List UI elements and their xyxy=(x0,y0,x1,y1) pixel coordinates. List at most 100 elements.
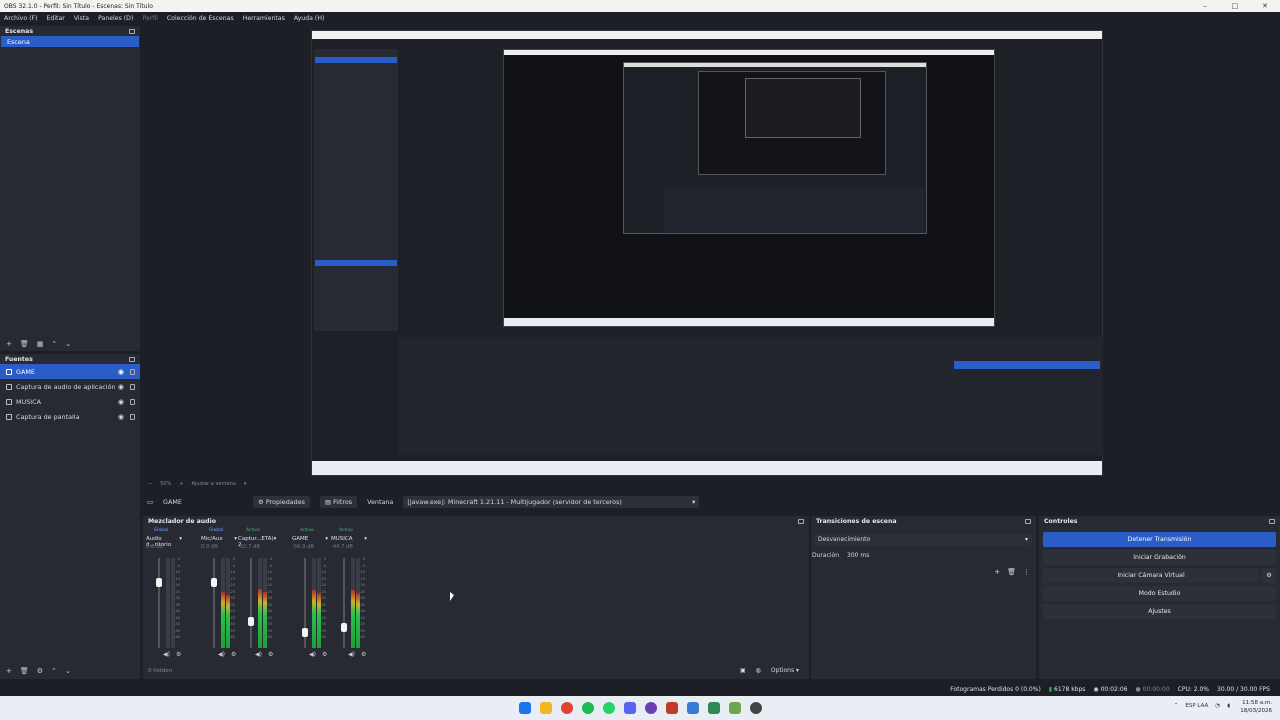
more-icon[interactable]: ⋮ xyxy=(1023,568,1030,576)
trash-icon[interactable]: 🗑 xyxy=(20,667,29,675)
window-select[interactable]: [javaw.exe]: Minecraft 1.21.11 - Multiju… xyxy=(403,496,700,508)
eye-icon[interactable]: ◉ xyxy=(118,398,124,406)
maximize-button[interactable]: □ xyxy=(1220,0,1250,12)
excel-icon[interactable] xyxy=(707,702,720,714)
start-recording-button[interactable]: Iniciar Grabación xyxy=(1043,550,1276,565)
minimize-button[interactable]: – xyxy=(1190,0,1220,12)
volume-slider[interactable] xyxy=(302,558,308,648)
add-icon[interactable]: + xyxy=(994,568,1000,576)
studio-mode-button[interactable]: Modo Estudio xyxy=(1043,586,1276,601)
mute-icon[interactable]: ◀) xyxy=(163,651,170,658)
lock-icon[interactable] xyxy=(130,368,135,375)
source-item-musica[interactable]: MUSICA ◉ xyxy=(0,394,140,409)
start-virtual-cam-button[interactable]: Iniciar Cámara Virtual xyxy=(1043,568,1259,583)
volume-icon[interactable]: ◖ xyxy=(1227,703,1230,709)
source-item-audio-capture[interactable]: Captura de audio de aplicación ◉ xyxy=(0,379,140,394)
clock[interactable]: 11:58 a.m. 18/03/2026 xyxy=(1240,699,1272,715)
gear-icon[interactable]: ⚙ xyxy=(1262,568,1276,583)
discord-icon[interactable] xyxy=(623,702,636,714)
zoom-out-icon[interactable]: − xyxy=(148,481,152,487)
app-icon[interactable] xyxy=(644,702,657,714)
mute-icon[interactable]: ◀) xyxy=(309,651,316,658)
chevron-up-icon[interactable]: ⌃ xyxy=(51,667,57,675)
stop-stream-button[interactable]: Detener Transmisión xyxy=(1043,532,1276,547)
options-button[interactable]: Options ▾ xyxy=(771,667,799,674)
add-icon[interactable]: + xyxy=(6,340,12,348)
trash-icon[interactable]: 🗑 xyxy=(1007,568,1016,576)
mute-hidden-icon[interactable]: ◍ xyxy=(756,667,761,674)
menu-herramientas[interactable]: Herramientas xyxy=(243,15,285,22)
menu-perfil[interactable]: Perfil xyxy=(142,15,157,22)
fit-label[interactable]: Ajustar a ventana xyxy=(192,481,236,487)
chevron-down-icon[interactable]: ⌄ xyxy=(65,667,71,675)
volume-slider[interactable] xyxy=(211,558,217,648)
source-item-screen-capture[interactable]: Captura de pantalla ◉ xyxy=(0,409,140,424)
volume-knob[interactable] xyxy=(156,578,162,587)
steam-icon[interactable] xyxy=(686,702,699,714)
eye-icon[interactable]: ◉ xyxy=(118,368,124,376)
app-icon[interactable] xyxy=(665,702,678,714)
filter-icon[interactable]: ▦ xyxy=(37,340,44,348)
properties-button[interactable]: ⚙ Propiedades xyxy=(253,496,311,508)
source-item-game[interactable]: GAME ◉ xyxy=(0,364,140,379)
chevron-down-icon[interactable]: ▾ xyxy=(274,536,277,544)
obs-icon[interactable] xyxy=(749,702,762,714)
chrome-icon[interactable] xyxy=(560,702,573,714)
volume-knob[interactable] xyxy=(302,628,308,637)
duration-field[interactable]: 300 ms xyxy=(847,552,869,559)
menu-ayuda[interactable]: Ayuda (H) xyxy=(294,15,325,22)
wifi-icon[interactable]: ◔ xyxy=(1215,703,1220,709)
chevron-down-icon[interactable]: ▾ xyxy=(234,536,237,544)
undock-icon[interactable] xyxy=(129,28,135,34)
minecraft-icon[interactable] xyxy=(728,702,741,714)
channel-gear-icon[interactable]: ⚙ xyxy=(322,651,327,658)
mute-icon[interactable]: ◀) xyxy=(348,651,355,658)
folder-icon[interactable] xyxy=(539,702,552,714)
chevron-up-icon[interactable]: ⌃ xyxy=(51,340,57,348)
add-icon[interactable]: + xyxy=(6,667,12,675)
undock-icon[interactable] xyxy=(129,356,135,362)
menu-paneles[interactable]: Paneles (D) xyxy=(98,15,133,22)
chevron-down-icon[interactable]: ⌄ xyxy=(65,340,71,348)
scene-item[interactable]: Escena xyxy=(1,36,139,47)
whatsapp-icon[interactable] xyxy=(602,702,615,714)
lock-icon[interactable] xyxy=(130,398,135,405)
volume-slider[interactable] xyxy=(156,558,162,648)
spotify-icon[interactable] xyxy=(581,702,594,714)
menu-editar[interactable]: Editar xyxy=(46,15,64,22)
mute-icon[interactable]: ◀) xyxy=(255,651,262,658)
filters-button[interactable]: ▤ Filtros xyxy=(320,496,358,508)
language-indicator[interactable]: ESP LAA xyxy=(1185,703,1208,709)
volume-knob[interactable] xyxy=(211,578,217,587)
transition-select[interactable]: Desvanecimiento ▾ xyxy=(814,534,1032,545)
lock-icon[interactable] xyxy=(130,413,135,420)
trash-icon[interactable]: 🗑 xyxy=(20,340,29,348)
undock-icon[interactable] xyxy=(1269,518,1275,524)
undock-icon[interactable] xyxy=(798,518,804,524)
chevron-down-icon[interactable]: ▾ xyxy=(179,536,182,544)
layout-icon[interactable]: ▣ xyxy=(740,667,746,674)
gear-icon[interactable]: ⚙ xyxy=(37,667,43,675)
undock-icon[interactable] xyxy=(1025,518,1031,524)
mute-icon[interactable]: ◀) xyxy=(218,651,225,658)
eye-icon[interactable]: ◉ xyxy=(118,383,124,391)
menu-archivo[interactable]: Archivo (F) xyxy=(4,15,37,22)
menu-vista[interactable]: Vista xyxy=(74,15,89,22)
channel-gear-icon[interactable]: ⚙ xyxy=(361,651,366,658)
channel-gear-icon[interactable]: ⚙ xyxy=(231,651,236,658)
volume-knob[interactable] xyxy=(341,623,347,632)
volume-slider[interactable] xyxy=(248,558,254,648)
close-button[interactable]: ✕ xyxy=(1250,0,1280,12)
channel-gear-icon[interactable]: ⚙ xyxy=(268,651,273,658)
settings-button[interactable]: Ajustes xyxy=(1043,604,1276,619)
volume-knob[interactable] xyxy=(248,617,254,626)
chevron-up-icon[interactable]: ⌃ xyxy=(1174,703,1179,709)
menu-coleccion[interactable]: Colección de Escenas xyxy=(167,15,234,22)
eye-icon[interactable]: ◉ xyxy=(118,413,124,421)
volume-slider[interactable] xyxy=(341,558,347,648)
zoom-in-icon[interactable]: + xyxy=(179,481,183,487)
preview-canvas[interactable] xyxy=(311,30,1103,476)
chevron-down-icon[interactable]: ▾ xyxy=(364,536,367,544)
chevron-down-icon[interactable]: ▾ xyxy=(325,536,328,544)
start-icon[interactable] xyxy=(518,702,531,714)
